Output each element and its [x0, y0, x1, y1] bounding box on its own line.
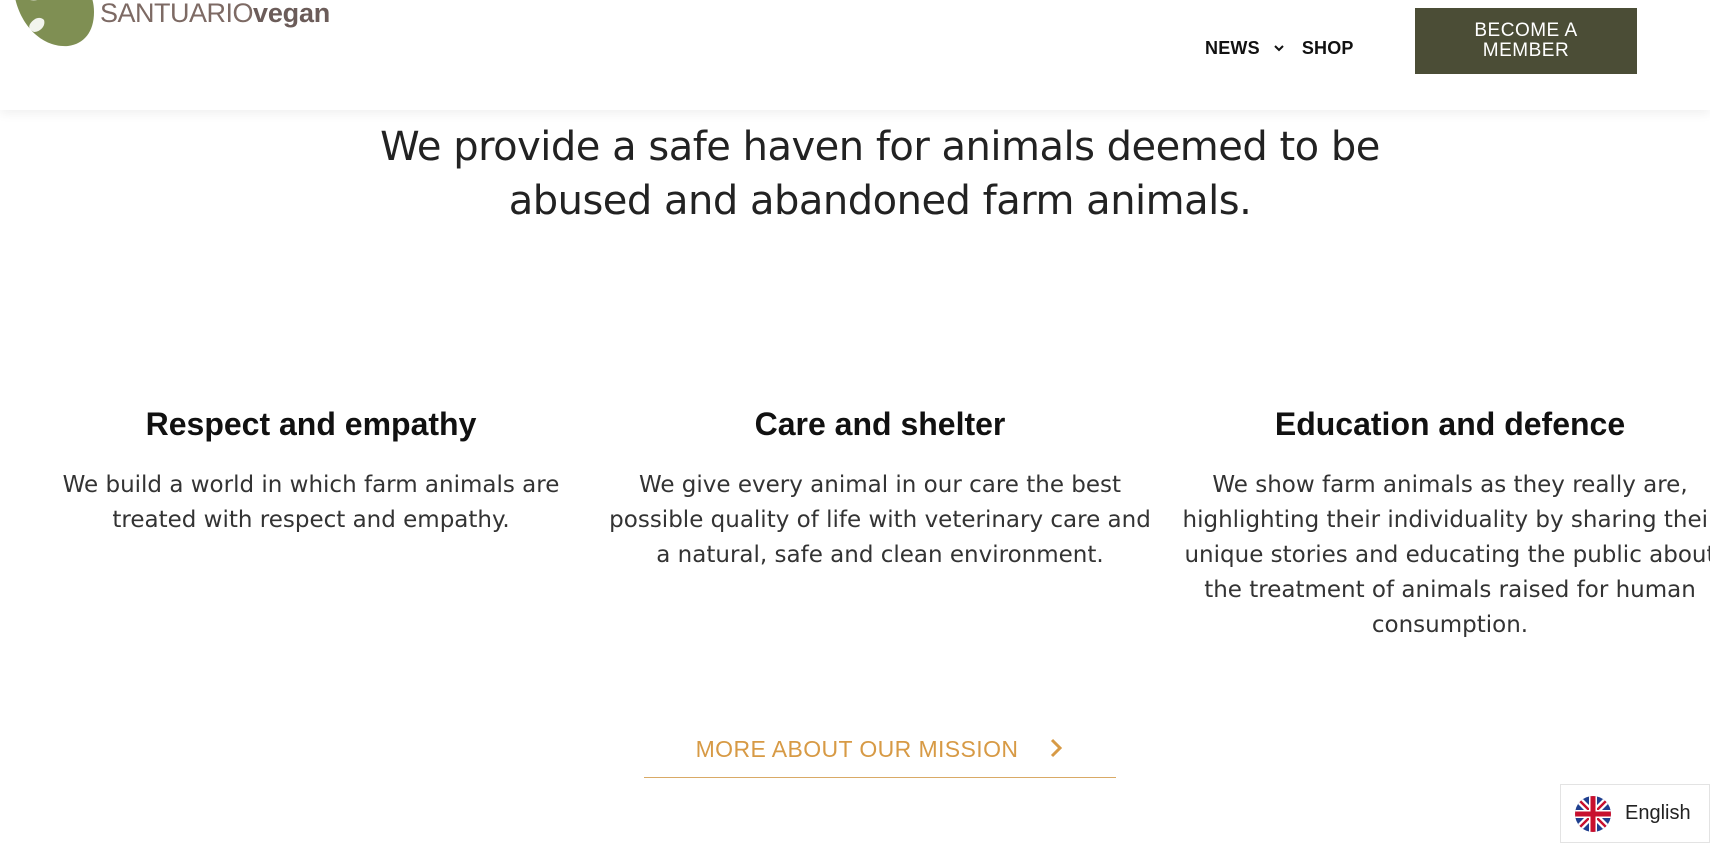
site-header: SANTUARIOvegan NEWS SHOP BECOME A MEMBER: [0, 0, 1710, 110]
nav-item-news[interactable]: NEWS: [1205, 38, 1286, 59]
value-column-care: Care and shelter We give every animal in…: [605, 400, 1155, 573]
value-column-respect: Respect and empathy We build a world in …: [55, 400, 567, 538]
language-switcher[interactable]: English: [1560, 784, 1710, 843]
column-title: Education and defence: [1274, 406, 1626, 442]
uk-flag-icon: [1575, 795, 1611, 832]
more-about-mission-link[interactable]: MORE ABOUT OUR MISSION: [644, 718, 1116, 778]
become-member-label: BECOME A MEMBER: [1474, 20, 1578, 61]
nav-item-shop-label: SHOP: [1301, 37, 1354, 58]
logo-text: SANTUARIOvegan: [100, 0, 330, 29]
logo-text-first: SANTUARIO: [100, 0, 254, 28]
nav-item-news-label: NEWS: [1205, 37, 1260, 58]
more-about-mission-label: MORE ABOUT OUR MISSION: [695, 736, 1019, 762]
language-label: English: [1625, 802, 1691, 824]
column-text: We show farm animals as they really are,…: [1182, 472, 1710, 638]
nav-item-shop[interactable]: SHOP: [1302, 38, 1354, 59]
chevron-right-icon: [1051, 738, 1063, 757]
value-column-education: Education and defence We show farm anima…: [1180, 400, 1710, 643]
leaf-logo-icon: [15, 0, 94, 47]
become-member-button[interactable]: BECOME A MEMBER: [1415, 8, 1637, 74]
column-text: We build a world in which farm animals a…: [62, 472, 560, 533]
chevron-down-icon: [1274, 45, 1284, 52]
logo-text-second: vegan: [253, 0, 331, 28]
hero-line-2: abused and abandoned farm animals.: [508, 178, 1252, 224]
column-title: Respect and empathy: [145, 406, 477, 442]
main-nav: NEWS SHOP: [1205, 36, 1354, 60]
hero-line-1: We provide a safe haven for animals deem…: [380, 124, 1380, 170]
column-title: Care and shelter: [754, 406, 1006, 442]
column-text: We give every animal in our care the bes…: [609, 472, 1151, 568]
site-logo[interactable]: SANTUARIOvegan: [10, 0, 330, 52]
hero-statement: We provide a safe haven for animals deem…: [0, 120, 1710, 228]
